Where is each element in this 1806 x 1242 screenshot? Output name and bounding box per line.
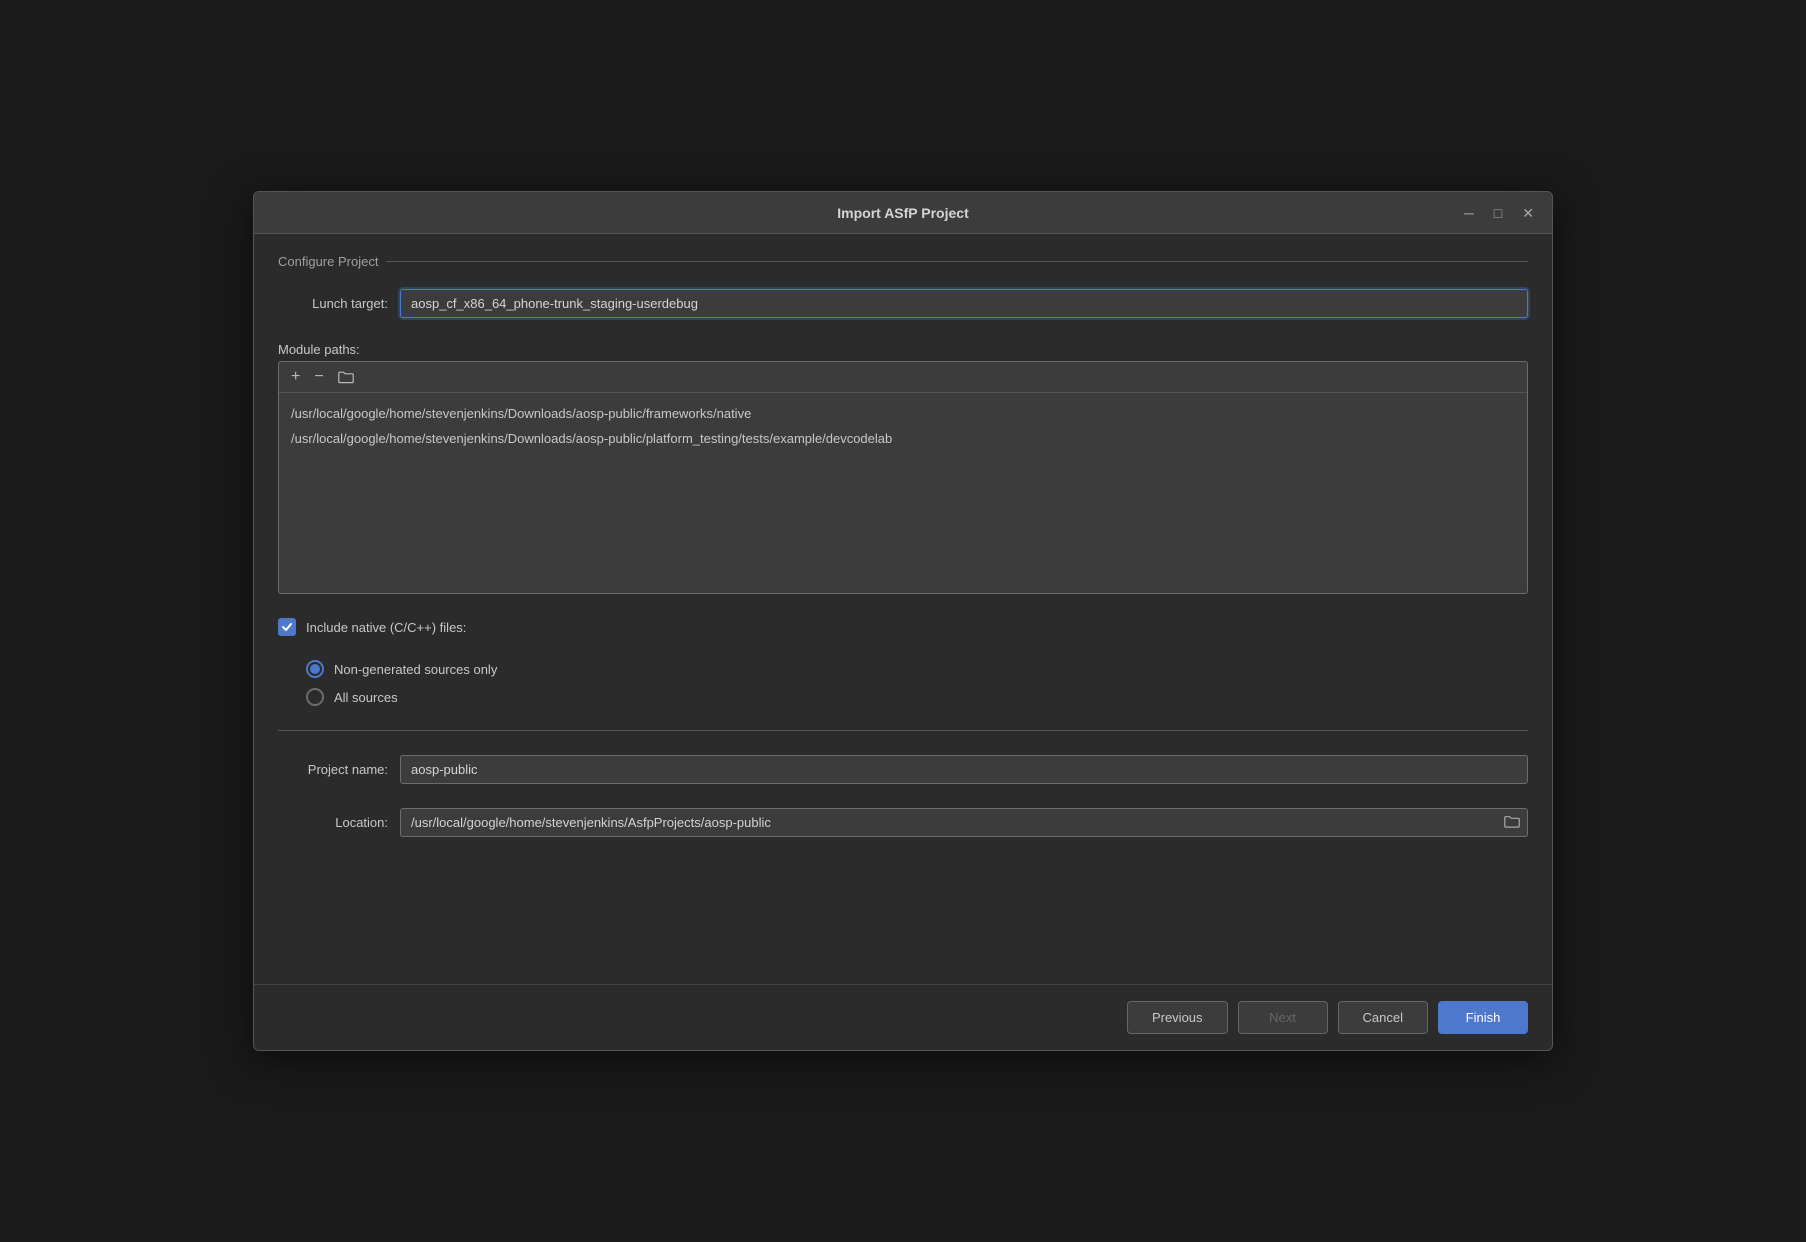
module-paths-list: /usr/local/google/home/stevenjenkins/Dow… — [279, 393, 1527, 593]
section-title: Configure Project — [278, 254, 378, 269]
checkmark-icon — [281, 621, 293, 633]
finish-button[interactable]: Finish — [1438, 1001, 1528, 1034]
all-sources-label: All sources — [334, 690, 398, 705]
project-name-input[interactable] — [400, 755, 1528, 784]
radio-group: Non-generated sources only All sources — [306, 660, 1528, 706]
section-divider — [386, 261, 1528, 262]
window-controls: ─ □ ✕ — [1458, 204, 1540, 222]
location-folder-icon — [1504, 814, 1520, 828]
include-native-row: Include native (C/C++) files: — [278, 618, 1528, 636]
lunch-target-row: Lunch target: — [278, 289, 1528, 318]
location-label: Location: — [278, 815, 388, 830]
include-native-checkbox[interactable] — [278, 618, 296, 636]
location-input[interactable] — [400, 808, 1528, 837]
lunch-target-label: Lunch target: — [278, 296, 388, 311]
dialog-footer: Previous Next Cancel Finish — [254, 984, 1552, 1050]
module-paths-toolbar: + − — [279, 362, 1527, 393]
non-generated-radio-row: Non-generated sources only — [306, 660, 1528, 678]
list-item: /usr/local/google/home/stevenjenkins/Dow… — [289, 401, 1517, 426]
radio-inner — [310, 664, 320, 674]
title-bar: Import ASfP Project ─ □ ✕ — [254, 192, 1552, 234]
module-paths-label: Module paths: — [278, 342, 1528, 357]
non-generated-label: Non-generated sources only — [334, 662, 497, 677]
project-name-label: Project name: — [278, 762, 388, 777]
minimize-button[interactable]: ─ — [1458, 204, 1480, 222]
lunch-target-input[interactable] — [400, 289, 1528, 318]
module-paths-container: + − /usr/local/google/home/stevenjenkins… — [278, 361, 1528, 594]
location-input-wrapper — [400, 808, 1528, 837]
close-button[interactable]: ✕ — [1516, 204, 1540, 222]
add-path-button[interactable]: + — [285, 366, 306, 388]
section-header: Configure Project — [278, 254, 1528, 269]
location-browse-button[interactable] — [1500, 810, 1524, 835]
project-name-row: Project name: — [278, 755, 1528, 784]
next-button[interactable]: Next — [1238, 1001, 1328, 1034]
remove-path-button[interactable]: − — [308, 366, 329, 388]
list-item: /usr/local/google/home/stevenjenkins/Dow… — [289, 426, 1517, 451]
cancel-button[interactable]: Cancel — [1338, 1001, 1428, 1034]
section-divider-full — [278, 730, 1528, 731]
dialog-body: Configure Project Lunch target: Module p… — [254, 234, 1552, 984]
browse-path-button[interactable] — [332, 367, 360, 387]
non-generated-radio[interactable] — [306, 660, 324, 678]
all-sources-radio[interactable] — [306, 688, 324, 706]
include-native-label: Include native (C/C++) files: — [306, 620, 466, 635]
maximize-button[interactable]: □ — [1488, 204, 1508, 222]
dialog-title: Import ASfP Project — [837, 205, 968, 221]
all-sources-radio-row: All sources — [306, 688, 1528, 706]
module-paths-section: Module paths: + − /usr/local/google/home… — [278, 342, 1528, 594]
previous-button[interactable]: Previous — [1127, 1001, 1228, 1034]
import-dialog: Import ASfP Project ─ □ ✕ Configure Proj… — [253, 191, 1553, 1051]
folder-icon — [338, 370, 354, 384]
location-row: Location: — [278, 808, 1528, 837]
